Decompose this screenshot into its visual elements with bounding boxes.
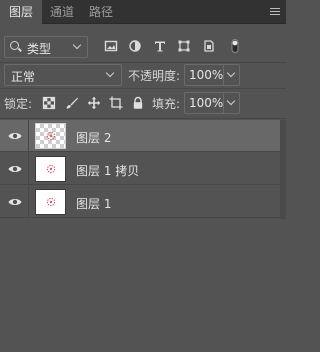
layer-row[interactable]: 图层 2 <box>0 120 280 152</box>
type-filter-icon[interactable] <box>153 39 167 53</box>
filter-toggle-icon[interactable] <box>228 39 242 53</box>
panel-menu-icon[interactable] <box>270 8 280 16</box>
lock-artboard-icon[interactable] <box>109 96 123 110</box>
layer-name[interactable]: 图层 1 <box>76 195 111 212</box>
layer-name[interactable]: 图层 1 拷贝 <box>76 162 139 179</box>
layer-thumbnail[interactable] <box>35 123 66 149</box>
visibility-eye-icon[interactable] <box>8 197 22 207</box>
chevron-down-icon <box>72 40 82 50</box>
thumbnail-stamp-mark <box>46 197 56 207</box>
divider <box>28 186 29 218</box>
visibility-eye-icon[interactable] <box>8 131 22 141</box>
lock-position-icon[interactable] <box>87 96 101 110</box>
filter-kind-label: 类型 <box>27 42 52 56</box>
shape-filter-icon[interactable] <box>177 39 191 53</box>
lock-label: 锁定: <box>4 97 33 111</box>
divider <box>28 120 29 152</box>
blend-mode-select[interactable]: 正常 <box>4 64 122 86</box>
filter-kind-select[interactable]: 类型 <box>4 36 88 58</box>
search-icon <box>10 41 19 50</box>
layer-name[interactable]: 图层 2 <box>76 129 111 146</box>
thumbnail-stamp-mark <box>46 131 56 141</box>
layer-thumbnail[interactable] <box>35 156 66 182</box>
tab-layers[interactable]: 图层 <box>0 0 42 25</box>
opacity-field[interactable]: 100% <box>184 64 240 86</box>
divider <box>0 62 286 63</box>
tab-paths[interactable]: 路径 <box>86 0 116 24</box>
tab-channels[interactable]: 通道 <box>47 0 77 24</box>
fill-field[interactable]: 100% <box>184 92 240 114</box>
layer-row[interactable]: 图层 1 <box>0 186 280 218</box>
fill-slider-button[interactable] <box>223 93 239 113</box>
lock-transparent-pixels-icon[interactable] <box>42 96 56 110</box>
opacity-value: 100% <box>189 68 224 82</box>
chevron-down-icon <box>105 68 115 78</box>
lock-all-icon[interactable] <box>131 96 145 110</box>
blend-mode-value: 正常 <box>11 70 36 84</box>
thumbnail-stamp-mark <box>46 164 56 174</box>
opacity-label: 不透明度: <box>128 69 181 83</box>
image-filter-icon[interactable] <box>104 39 118 53</box>
adjustment-filter-icon[interactable] <box>128 39 142 53</box>
divider <box>0 88 286 89</box>
chevron-down-icon <box>226 96 236 106</box>
layers-scrollbar[interactable] <box>280 120 286 219</box>
divider <box>0 118 286 119</box>
blend-row: 正常 不透明度: 100% <box>0 64 286 86</box>
visibility-eye-icon[interactable] <box>8 164 22 174</box>
chevron-down-icon <box>226 68 236 78</box>
fill-value: 100% <box>189 96 224 110</box>
lock-row: 锁定: 填充: 100% <box>0 92 286 114</box>
layer-row[interactable]: 图层 1 拷贝 <box>0 153 280 185</box>
panel-tab-bar: 图层 通道 路径 <box>0 0 286 25</box>
lock-image-pixels-icon[interactable] <box>65 96 79 110</box>
fill-label: 填充: <box>152 97 181 111</box>
filter-row: 类型 <box>0 34 286 60</box>
layer-thumbnail[interactable] <box>35 189 66 215</box>
smart-object-filter-icon[interactable] <box>202 39 216 53</box>
opacity-slider-button[interactable] <box>223 65 239 85</box>
divider <box>28 153 29 185</box>
